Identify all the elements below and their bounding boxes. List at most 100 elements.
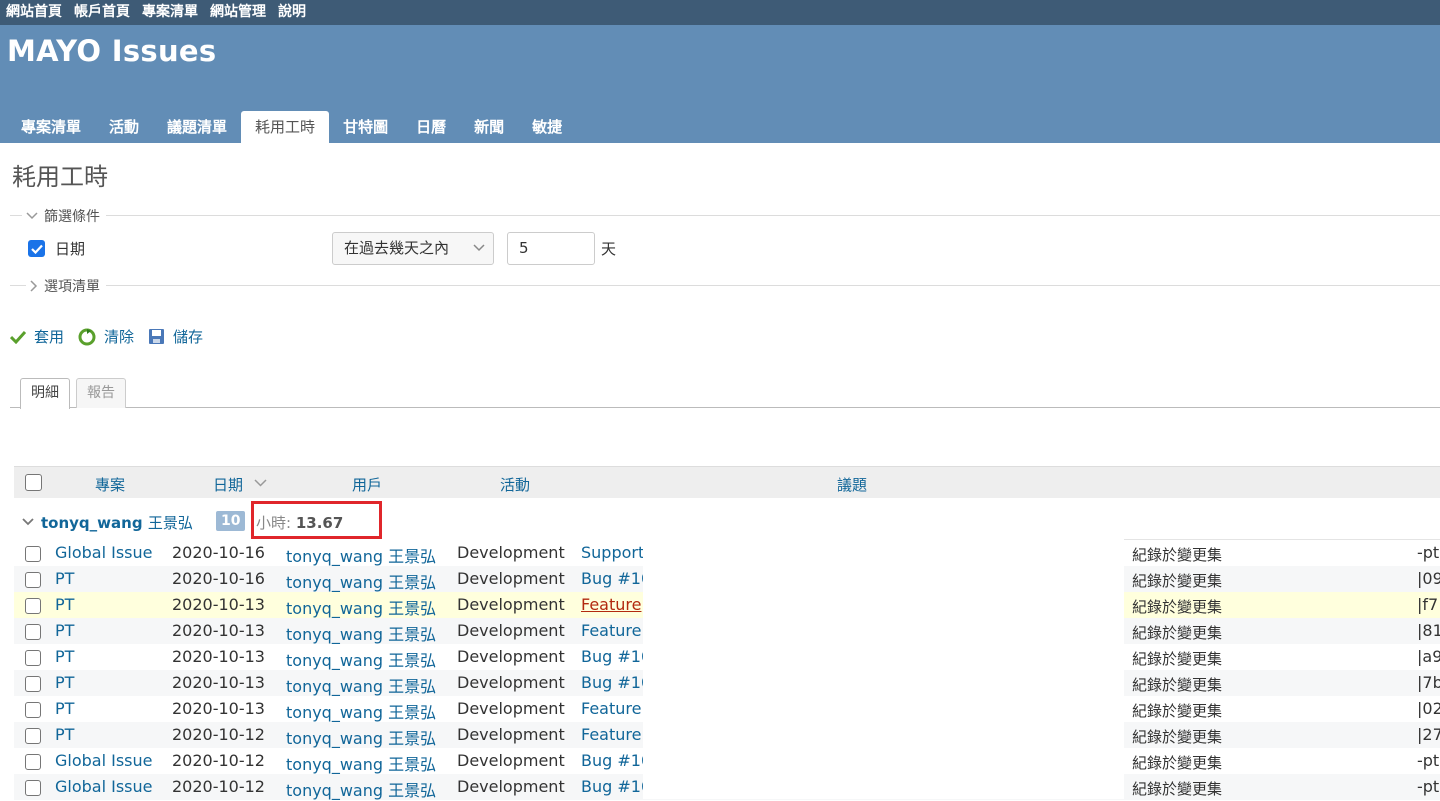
select-all-checkbox[interactable]: [25, 474, 42, 491]
cell-activity: Development: [457, 777, 565, 796]
apply-button[interactable]: 套用: [10, 326, 64, 347]
cell-user[interactable]: tonyq_wang 王景弘: [286, 621, 436, 645]
chevron-down-icon: [26, 212, 38, 220]
tab-issues[interactable]: 議題清單: [153, 111, 241, 143]
filter-date-label: 日期: [55, 240, 86, 258]
table-header: 專案 日期 用戶 活動 議題: [14, 466, 1440, 498]
cell-user[interactable]: tonyq_wang 王景弘: [286, 647, 436, 671]
clear-button[interactable]: 清除: [78, 326, 134, 347]
cell-comment: 紀錄於變更集: [1132, 650, 1223, 668]
tab-activity[interactable]: 活動: [95, 111, 153, 143]
save-icon: [149, 329, 165, 344]
row-checkbox[interactable]: [25, 598, 41, 614]
cell-revision: |a9: [1417, 647, 1440, 666]
cell-date: 2020-10-13: [172, 621, 265, 640]
cell-project[interactable]: Global Issue: [55, 777, 153, 796]
cell-user[interactable]: tonyq_wang 王景弘: [286, 595, 436, 619]
expand-toggle-icon[interactable]: [22, 518, 34, 526]
row-checkbox[interactable]: [25, 572, 41, 588]
row-checkbox[interactable]: [25, 546, 41, 562]
cell-project[interactable]: PT: [55, 621, 74, 640]
cell-user[interactable]: tonyq_wang 王景弘: [286, 751, 436, 775]
filter-days-input[interactable]: 5: [507, 232, 595, 265]
cell-activity: Development: [457, 569, 565, 588]
filter-operator-value: 在過去幾天之內: [344, 239, 450, 257]
save-button[interactable]: 儲存: [148, 326, 203, 347]
top-menu-administration[interactable]: 網站管理: [210, 0, 266, 25]
top-menu-projects[interactable]: 專案清單: [142, 0, 198, 25]
cell-user[interactable]: tonyq_wang 王景弘: [286, 777, 436, 801]
group-user-link[interactable]: tonyq_wang 王景弘: [41, 512, 193, 533]
row-checkbox[interactable]: [25, 624, 41, 640]
cell-revision: |09: [1417, 569, 1440, 588]
table-overflow-gap: [643, 539, 1124, 799]
cell-revision: |27: [1417, 725, 1440, 744]
chevron-right-icon: [30, 280, 38, 292]
tab-projects[interactable]: 專案清單: [7, 111, 95, 143]
row-checkbox[interactable]: [25, 780, 41, 796]
options-divider: [10, 285, 1440, 286]
group-hours-value: 13.67: [295, 514, 344, 532]
cell-activity: Development: [457, 673, 565, 692]
row-checkbox[interactable]: [25, 650, 41, 666]
row-checkbox[interactable]: [25, 728, 41, 744]
tab-spent-time[interactable]: 耗用工時: [241, 111, 330, 143]
cell-project[interactable]: Global Issue: [55, 543, 153, 562]
cell-issue[interactable]: Support: [581, 543, 644, 562]
cell-issue[interactable]: Feature: [581, 595, 644, 614]
tab-gantt[interactable]: 甘特圖: [329, 111, 402, 143]
cell-date: 2020-10-13: [172, 699, 265, 718]
tab-agile[interactable]: 敏捷: [518, 111, 576, 143]
cell-date: 2020-10-12: [172, 751, 265, 770]
row-checkbox[interactable]: [25, 754, 41, 770]
tab-details[interactable]: 明細: [20, 378, 70, 409]
cell-project[interactable]: PT: [55, 673, 74, 692]
cell-project[interactable]: Global Issue: [55, 751, 153, 770]
cell-revision: -pt: [1417, 777, 1440, 796]
cell-issue[interactable]: Bug #10: [581, 751, 644, 770]
top-menu-home[interactable]: 網站首頁: [6, 0, 62, 25]
cell-user[interactable]: tonyq_wang 王景弘: [286, 543, 436, 567]
top-menu-my-page[interactable]: 帳戶首頁: [74, 0, 130, 25]
row-checkbox[interactable]: [25, 702, 41, 718]
cell-project[interactable]: PT: [55, 569, 74, 588]
cell-user[interactable]: tonyq_wang 王景弘: [286, 673, 436, 697]
column-project[interactable]: 專案: [95, 474, 125, 495]
cell-activity: Development: [457, 543, 565, 562]
options-legend[interactable]: 選項清單: [26, 276, 106, 296]
cell-issue[interactable]: Feature: [581, 725, 644, 744]
cell-project[interactable]: PT: [55, 647, 74, 666]
cell-project[interactable]: PT: [55, 725, 74, 744]
cell-issue[interactable]: Bug #10: [581, 777, 644, 796]
sort-desc-icon[interactable]: [254, 479, 267, 487]
cell-activity: Development: [457, 647, 565, 666]
cell-project[interactable]: PT: [55, 595, 74, 614]
cell-project[interactable]: PT: [55, 699, 74, 718]
cell-issue[interactable]: Bug #10: [581, 673, 644, 692]
filters-legend[interactable]: 篩選條件: [22, 206, 106, 226]
cell-comment: 紀錄於變更集: [1132, 754, 1223, 772]
column-issue[interactable]: 議題: [837, 474, 867, 495]
cell-activity: Development: [457, 699, 565, 718]
filter-date-checkbox[interactable]: [28, 240, 45, 257]
cell-issue[interactable]: Bug #10: [581, 647, 644, 666]
cell-user[interactable]: tonyq_wang 王景弘: [286, 725, 436, 749]
filter-date-operator-select[interactable]: 在過去幾天之內: [332, 232, 494, 265]
column-date[interactable]: 日期: [213, 474, 243, 495]
row-checkbox[interactable]: [25, 676, 41, 692]
column-activity[interactable]: 活動: [500, 474, 530, 495]
cell-comment: 紀錄於變更集: [1132, 572, 1223, 590]
cell-issue[interactable]: Feature: [581, 621, 644, 640]
cell-user[interactable]: tonyq_wang 王景弘: [286, 699, 436, 723]
apply-label: 套用: [34, 328, 65, 346]
header: MAYO Issues 專案清單 活動 議題清單 耗用工時 甘特圖 日曆 新聞 …: [0, 25, 1440, 143]
tab-calendar[interactable]: 日曆: [402, 111, 460, 143]
column-user[interactable]: 用戶: [352, 474, 382, 495]
tab-news[interactable]: 新聞: [460, 111, 518, 143]
cell-date: 2020-10-13: [172, 595, 265, 614]
cell-issue[interactable]: Feature: [581, 699, 644, 718]
top-menu-help[interactable]: 說明: [278, 0, 306, 25]
cell-user[interactable]: tonyq_wang 王景弘: [286, 569, 436, 593]
cell-issue[interactable]: Bug #10: [581, 569, 644, 588]
tab-report[interactable]: 報告: [76, 378, 126, 408]
